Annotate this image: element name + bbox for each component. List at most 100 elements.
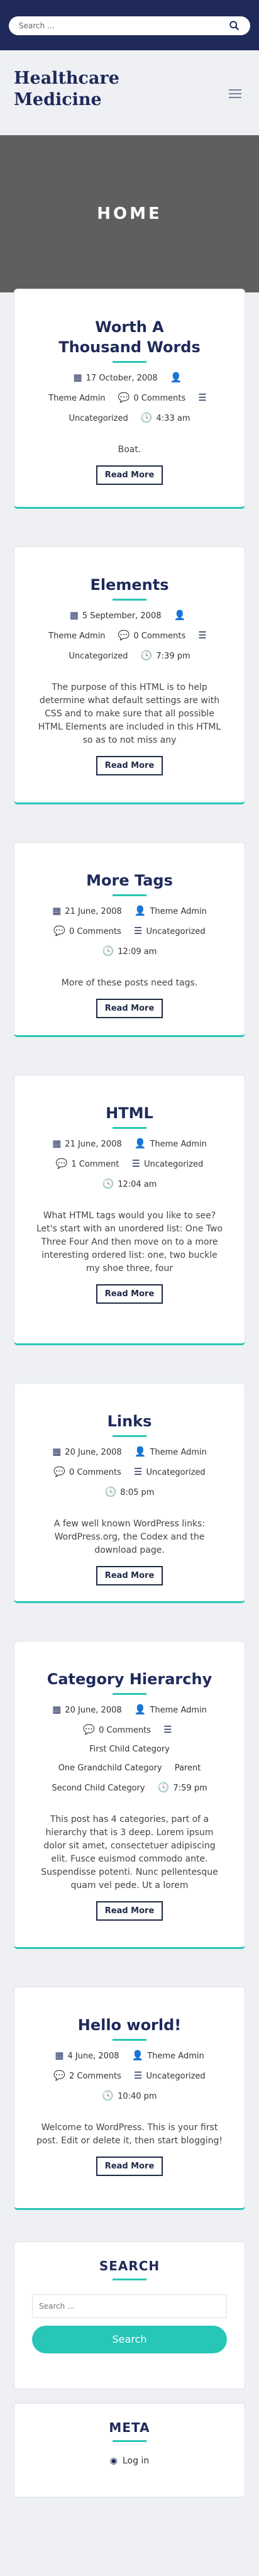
post-category[interactable]: Uncategorized — [146, 1468, 205, 1477]
post-title[interactable]: HTML — [26, 1103, 233, 1123]
title-underline — [113, 2279, 146, 2280]
post-category[interactable]: Uncategorized — [144, 1160, 203, 1169]
title-underline — [113, 2039, 146, 2041]
site-header: Healthcare Medicine — [0, 50, 259, 135]
post-category[interactable]: Uncategorized — [146, 2072, 205, 2081]
user-icon: 👤 — [134, 1446, 146, 1457]
category-icon: ☰ — [131, 1158, 141, 1169]
post-category[interactable]: Uncategorized — [69, 414, 128, 423]
post-author[interactable]: Theme Admin — [150, 1706, 206, 1715]
comments-icon: 💬 — [118, 630, 130, 641]
post-meta: ▦ 17 October, 2008 👤 Theme Admin 💬 0 Comme… — [26, 368, 233, 428]
post-time: 10:40 pm — [118, 2092, 157, 2101]
post-excerpt: This post has 4 categories, part of a hi… — [41, 1814, 218, 1890]
post-excerpt: What HTML tags would you like to see? Le… — [36, 1211, 223, 1274]
user-icon: 👤 — [134, 1138, 146, 1149]
title-underline — [113, 1127, 146, 1129]
post-time: 12:04 am — [118, 1180, 157, 1189]
search-button[interactable]: Search — [32, 2326, 227, 2353]
circle-icon: ◉ — [109, 2456, 118, 2466]
post-title[interactable]: Category Hierarchy — [26, 1669, 233, 1689]
site-title[interactable]: Healthcare Medicine — [14, 68, 152, 111]
read-more-button[interactable]: Read More — [96, 2157, 163, 2176]
user-icon: 👤 — [170, 372, 182, 383]
post-date[interactable]: 21 June, 2008 — [65, 1140, 121, 1149]
post-title[interactable]: Hello world! — [26, 2015, 233, 2035]
post-comments[interactable]: 0 Comments — [99, 1726, 151, 1735]
post-category[interactable]: Second Child Category — [52, 1784, 145, 1793]
post-date[interactable]: 21 June, 2008 — [65, 907, 121, 916]
post-author[interactable]: Theme Admin — [48, 394, 105, 403]
post-date[interactable]: 5 September, 2008 — [82, 611, 162, 621]
post-excerpt: Welcome to WordPress. This is your first… — [36, 2123, 223, 2146]
post-comments[interactable]: 0 Comments — [133, 394, 185, 403]
login-link[interactable]: ◉ Log in — [32, 2456, 227, 2466]
post-comments[interactable]: 1 Comment — [71, 1160, 119, 1169]
post-author[interactable]: Theme Admin — [48, 631, 105, 641]
menu-icon[interactable] — [229, 87, 241, 101]
user-icon: 👤 — [131, 2050, 144, 2061]
header-search-placeholder: Search ... — [19, 21, 55, 30]
post-title[interactable]: Links — [26, 1411, 233, 1431]
user-icon: 👤 — [174, 609, 186, 621]
read-more-button[interactable]: Read More — [96, 999, 163, 1018]
post-time: 7:59 pm — [173, 1784, 207, 1793]
post-meta: ▦ 4 June, 2008 👤 Theme Admin 💬 2 Comments ☰… — [26, 2046, 233, 2106]
clock-icon: 🕓 — [157, 1782, 170, 1793]
post-comments[interactable]: 0 Comments — [69, 1468, 121, 1477]
post-card: Elements ▦ 5 September, 2008 👤 Theme Admi… — [14, 547, 245, 804]
post-time: 4:33 am — [156, 414, 190, 423]
clock-icon: 🕓 — [102, 2090, 114, 2101]
search-icon[interactable] — [229, 20, 240, 31]
clock-icon: 🕓 — [102, 1178, 114, 1189]
post-author[interactable]: Theme Admin — [150, 1448, 206, 1457]
post-author[interactable]: Theme Admin — [147, 2051, 204, 2061]
read-more-button[interactable]: Read More — [96, 1284, 163, 1304]
post-comments[interactable]: 0 Comments — [69, 927, 121, 936]
post-date[interactable]: 4 June, 2008 — [67, 2051, 119, 2061]
read-more-button[interactable]: Read More — [96, 465, 163, 485]
calendar-icon: ▦ — [69, 609, 79, 621]
post-comments[interactable]: 2 Comments — [69, 2072, 121, 2081]
post-author[interactable]: Theme Admin — [150, 907, 206, 916]
category-icon: ☰ — [198, 630, 207, 641]
comments-icon: 💬 — [83, 1724, 96, 1735]
post-category[interactable]: Uncategorized — [146, 927, 205, 936]
post-date[interactable]: 20 June, 2008 — [65, 1706, 121, 1715]
post-date[interactable]: 17 October, 2008 — [86, 374, 158, 383]
calendar-icon: ▦ — [55, 2050, 64, 2061]
clock-icon: 🕓 — [102, 945, 114, 957]
category-icon: ☰ — [163, 1724, 172, 1735]
post-title[interactable]: More Tags — [26, 870, 233, 891]
post-comments[interactable]: 0 Comments — [133, 631, 185, 641]
title-underline — [113, 1435, 146, 1437]
post-meta: ▦ 21 June, 2008 👤 Theme Admin 💬 1 Comment ☰… — [26, 1134, 233, 1194]
post-category[interactable]: First Child Category — [89, 1745, 170, 1754]
clock-icon: 🕓 — [140, 412, 153, 423]
post-excerpt: More of these posts need tags. — [61, 978, 198, 988]
post-author[interactable]: Theme Admin — [150, 1140, 206, 1149]
post-meta: ▦ 21 June, 2008 👤 Theme Admin 💬 0 Comments … — [26, 901, 233, 962]
comments-icon: 💬 — [53, 925, 65, 936]
read-more-button[interactable]: Read More — [96, 756, 163, 775]
meta-widget: META ◉ Log in — [14, 2403, 245, 2497]
post-category[interactable]: One Grandchild Category — [58, 1763, 162, 1773]
header-search-input[interactable]: Search ... — [9, 16, 250, 35]
post-date[interactable]: 20 June, 2008 — [65, 1448, 121, 1457]
post-category[interactable]: Uncategorized — [69, 652, 128, 661]
login-label[interactable]: Log in — [123, 2456, 149, 2466]
post-excerpt: Boat. — [118, 445, 141, 455]
widget-title: SEARCH — [99, 2258, 160, 2273]
post-title[interactable]: Worth A Thousand Words — [54, 317, 205, 357]
post-card: Hello world! ▦ 4 June, 2008 👤 Theme Admin … — [14, 1987, 245, 2210]
post-category[interactable]: Parent — [175, 1763, 201, 1773]
read-more-button[interactable]: Read More — [96, 1566, 163, 1585]
category-icon: ☰ — [134, 925, 143, 936]
read-more-button[interactable]: Read More — [96, 1901, 163, 1921]
title-underline — [113, 361, 146, 363]
calendar-icon: ▦ — [52, 1446, 62, 1457]
sidebar-search-input[interactable]: Search ... — [32, 2294, 227, 2318]
page-title: HOME — [97, 204, 162, 223]
post-title[interactable]: Elements — [26, 575, 233, 595]
post-excerpt: The purpose of this HTML is to help dete… — [38, 682, 221, 745]
